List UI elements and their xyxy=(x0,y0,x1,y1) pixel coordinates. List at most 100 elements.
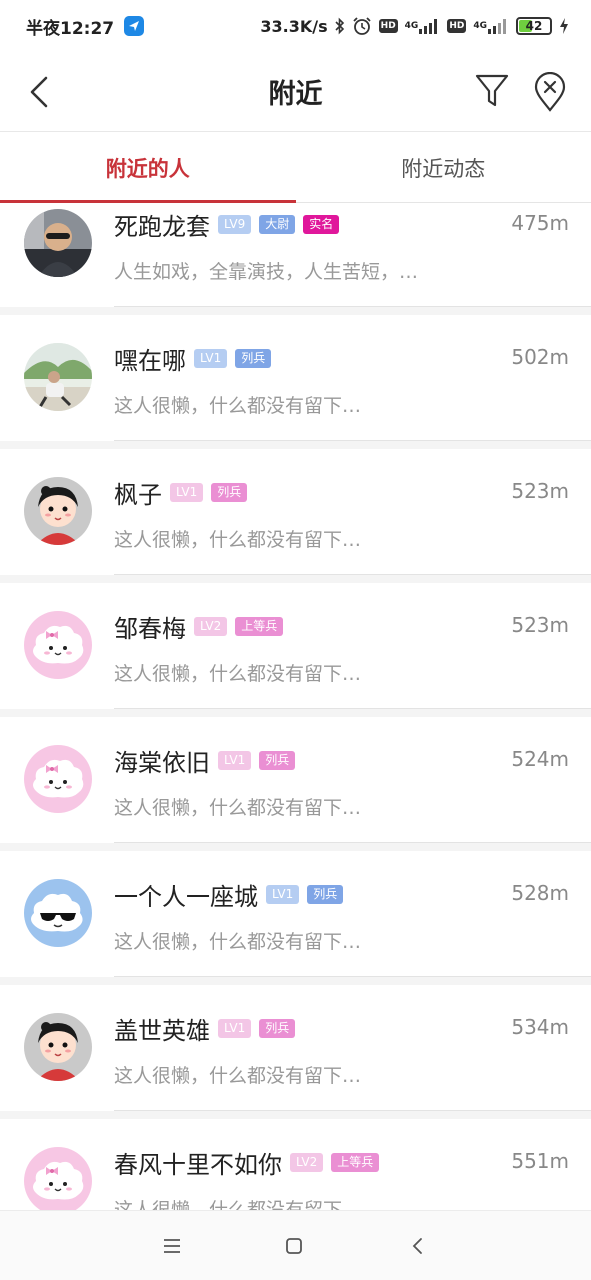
user-bio: 这人很懒，什么都没有留下… xyxy=(114,797,362,819)
rank-badge: 上等兵 xyxy=(235,617,284,636)
menu-button[interactable] xyxy=(157,1231,187,1261)
row-divider xyxy=(114,842,591,843)
level-badge: LV9 xyxy=(218,215,252,234)
user-bio: 这人很懒，什么都没有留下… xyxy=(114,1199,362,1210)
cloud-pink-bow-icon[interactable] xyxy=(24,1147,92,1210)
row-divider xyxy=(114,574,591,575)
app-notification-icon xyxy=(124,16,145,36)
rank-badge: 列兵 xyxy=(259,751,296,770)
user-name-line: 海棠依旧 LV1 列兵 xyxy=(114,743,296,778)
rank-badge: 列兵 xyxy=(211,483,248,502)
rank-badge: 列兵 xyxy=(307,885,344,904)
alarm-icon xyxy=(352,16,372,36)
page-title: 附近 xyxy=(268,79,323,110)
user-bio: 这人很懒，什么都没有留下… xyxy=(114,529,362,551)
net-type-2: 4G xyxy=(473,21,487,31)
back-button[interactable] xyxy=(26,74,56,110)
net-speed: 33.3K/s xyxy=(260,16,328,36)
distance-label: 524m xyxy=(511,747,569,771)
home-icon xyxy=(286,1237,302,1254)
location-close-icon xyxy=(534,71,566,112)
user-row[interactable]: 一个人一座城 LV1 列兵 528m 这人很懒，什么都没有留下… xyxy=(0,851,591,977)
photo-outdoor-icon[interactable] xyxy=(24,343,92,411)
rank-badge: 列兵 xyxy=(259,1019,296,1038)
rank-badge: 大尉 xyxy=(259,215,296,234)
user-name-line: 死跑龙套 LV9 大尉 实名 xyxy=(114,207,340,242)
verified-badge: 实名 xyxy=(303,215,340,234)
level-badge: LV1 xyxy=(170,483,204,502)
user-name-line: 枫子 LV1 列兵 xyxy=(114,475,248,510)
battery-level: 42 xyxy=(525,19,543,33)
nearby-user-list: 死跑龙套 LV9 大尉 实名 475m 人生如戏，全靠演技，人生苦短，… 嘿在哪 LV1 列兵 5… xyxy=(0,203,591,1210)
distance-label: 528m xyxy=(511,881,569,905)
hd-indicator-2: HD xyxy=(447,19,467,33)
user-name: 一个人一座城 xyxy=(114,883,258,911)
charging-icon xyxy=(559,17,569,35)
user-name: 春风十里不如你 xyxy=(114,1151,282,1179)
user-row[interactable]: 盖世英雄 LV1 列兵 534m 这人很懒，什么都没有留下… xyxy=(0,985,591,1111)
row-divider xyxy=(114,1110,591,1111)
hd-indicator-1: HD xyxy=(378,19,398,33)
user-name-line: 邹春梅 LV2 上等兵 xyxy=(114,609,284,644)
cartoon-girl-icon[interactable] xyxy=(24,1013,92,1081)
row-divider xyxy=(114,306,591,307)
distance-label: 551m xyxy=(511,1149,569,1173)
battery-indicator: 42 xyxy=(516,17,552,35)
user-name-line: 盖世英雄 LV1 列兵 xyxy=(114,1011,296,1046)
filter-icon xyxy=(475,74,509,107)
row-divider xyxy=(114,976,591,977)
user-bio: 这人很懒，什么都没有留下… xyxy=(114,395,362,417)
status-bar: 半夜12:27 33.3K/s HD 4G HD 4G 42 xyxy=(0,0,591,52)
cloud-pink-bow-icon[interactable] xyxy=(24,611,92,679)
filter-button[interactable] xyxy=(474,72,510,110)
user-name: 盖世英雄 xyxy=(114,1017,210,1045)
net-type-1: 4G xyxy=(404,21,419,31)
user-row[interactable]: 枫子 LV1 列兵 523m 这人很懒，什么都没有留下… xyxy=(0,449,591,575)
user-name: 嘿在哪 xyxy=(114,347,186,375)
user-name-line: 春风十里不如你 LV2 上等兵 xyxy=(114,1145,380,1180)
photo-man-sunglasses-icon[interactable] xyxy=(24,209,92,277)
level-badge: LV1 xyxy=(266,885,300,904)
user-name: 海棠依旧 xyxy=(114,749,210,777)
user-row[interactable]: 海棠依旧 LV1 列兵 524m 这人很懒，什么都没有留下… xyxy=(0,717,591,843)
system-back-button[interactable] xyxy=(403,1231,433,1261)
menu-icon xyxy=(164,1238,180,1253)
user-name-line: 嘿在哪 LV1 列兵 xyxy=(114,341,272,376)
cloud-pink-bow-icon[interactable] xyxy=(24,745,92,813)
level-badge: LV1 xyxy=(194,349,228,368)
rank-badge: 列兵 xyxy=(235,349,272,368)
user-row[interactable]: 邹春梅 LV2 上等兵 523m 这人很懒，什么都没有留下… xyxy=(0,583,591,709)
user-name-line: 一个人一座城 LV1 列兵 xyxy=(114,877,344,912)
row-divider xyxy=(114,708,591,709)
distance-label: 523m xyxy=(511,479,569,503)
distance-label: 523m xyxy=(511,613,569,637)
user-name: 死跑龙套 xyxy=(114,213,210,241)
back-arrow-icon xyxy=(30,76,48,108)
cartoon-girl-icon[interactable] xyxy=(24,477,92,545)
bluetooth-icon xyxy=(335,17,345,35)
cloud-sunglasses-icon[interactable] xyxy=(24,879,92,947)
row-divider xyxy=(114,440,591,441)
user-row[interactable]: 死跑龙套 LV9 大尉 实名 475m 人生如戏，全靠演技，人生苦短，… xyxy=(0,203,591,307)
level-badge: LV2 xyxy=(290,1153,324,1172)
distance-label: 502m xyxy=(511,345,569,369)
signal-2-icon: 4G xyxy=(473,18,509,34)
user-bio: 这人很懒，什么都没有留下… xyxy=(114,931,362,953)
tab-nearby-people[interactable]: 附近的人 xyxy=(0,133,296,203)
user-name: 邹春梅 xyxy=(114,615,186,643)
user-row[interactable]: 春风十里不如你 LV2 上等兵 551m 这人很懒，什么都没有留下… xyxy=(0,1119,591,1210)
user-name: 枫子 xyxy=(114,481,162,509)
home-button[interactable] xyxy=(279,1231,309,1261)
tab-bar: 附近的人 附近动态 xyxy=(0,133,591,203)
user-row[interactable]: 嘿在哪 LV1 列兵 502m 这人很懒，什么都没有留下… xyxy=(0,315,591,441)
system-nav-bar xyxy=(0,1210,591,1280)
app-header: 附近 xyxy=(0,52,591,132)
status-time: 半夜12:27 xyxy=(26,18,115,39)
tab-nearby-posts[interactable]: 附近动态 xyxy=(296,133,591,202)
level-badge: LV2 xyxy=(194,617,228,636)
level-badge: LV1 xyxy=(218,751,252,770)
level-badge: LV1 xyxy=(218,1019,252,1038)
distance-label: 534m xyxy=(511,1015,569,1039)
distance-label: 475m xyxy=(511,211,569,235)
clear-location-button[interactable] xyxy=(533,71,567,112)
